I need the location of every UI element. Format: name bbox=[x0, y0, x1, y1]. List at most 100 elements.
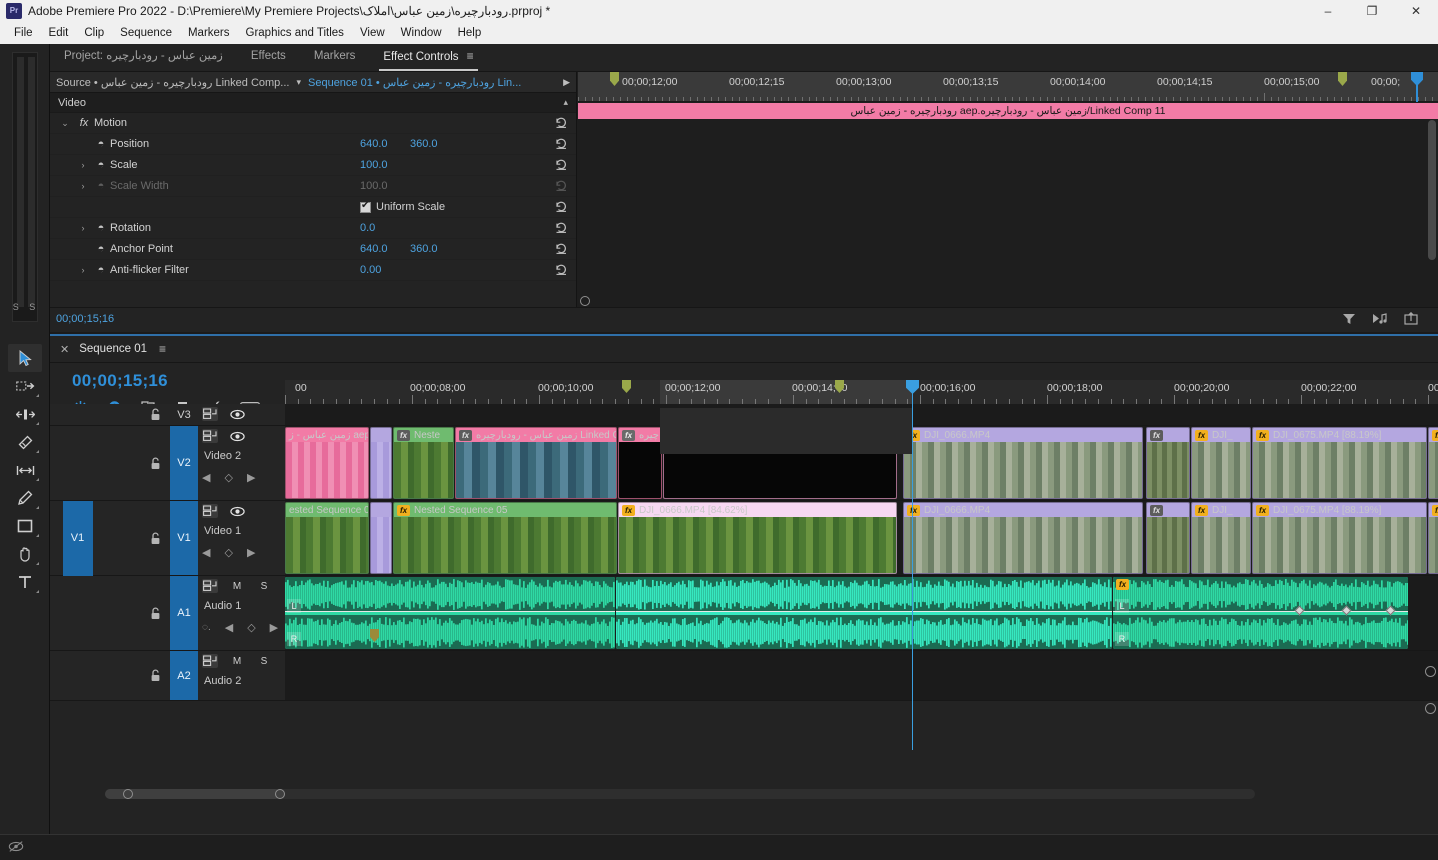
next-keyframe-icon[interactable]: ▶ bbox=[247, 471, 255, 484]
zoom-handle-left[interactable] bbox=[580, 296, 590, 306]
track-lane-v1[interactable]: ested Sequence 04 fx Nested Sequence 05 fx D… bbox=[285, 501, 1438, 576]
menu-sequence[interactable]: Sequence bbox=[112, 25, 180, 41]
effect-badge-icon[interactable]: fx bbox=[459, 429, 472, 441]
reset-property-icon[interactable] bbox=[555, 179, 568, 195]
next-keyframe-icon[interactable]: ▶ bbox=[247, 546, 255, 559]
ripple-edit-tool[interactable] bbox=[8, 400, 42, 428]
clip-volume-line[interactable] bbox=[285, 611, 615, 612]
menu-graphics-and-titles[interactable]: Graphics and Titles bbox=[238, 25, 352, 41]
menu-file[interactable]: File bbox=[6, 25, 41, 41]
panel-menu-icon[interactable]: ≡ bbox=[159, 342, 166, 356]
lock-track-icon[interactable] bbox=[150, 426, 161, 500]
stopwatch-icon[interactable]: ◓ bbox=[92, 243, 110, 255]
sequence-marker[interactable] bbox=[610, 72, 619, 86]
timeline-clip[interactable]: fx DJI_0666.MP4 bbox=[903, 427, 1143, 499]
timeline-clip[interactable]: fxDJI_0676 bbox=[1428, 427, 1438, 499]
video-section-header[interactable]: Video ▴ bbox=[50, 93, 576, 113]
effect-badge-icon[interactable]: fx bbox=[1195, 429, 1208, 441]
scrollbar-zoom-knob-right[interactable] bbox=[275, 789, 285, 799]
timeline-clip[interactable]: fx Nested Sequence 05 bbox=[393, 502, 617, 574]
close-icon[interactable]: ✕ bbox=[60, 343, 69, 356]
effect-badge-icon[interactable]: fx bbox=[1432, 429, 1438, 441]
property-value-x[interactable]: 0.0 bbox=[360, 222, 375, 234]
timeline-playhead-timecode[interactable]: 00;00;15;16 bbox=[72, 371, 168, 391]
disclosure-triangle-icon[interactable]: › bbox=[74, 181, 92, 191]
eye-icon[interactable] bbox=[229, 504, 245, 518]
eye-off-icon[interactable] bbox=[8, 840, 24, 856]
menu-window[interactable]: Window bbox=[393, 25, 450, 41]
audio-clip[interactable]: L Rfx bbox=[1113, 577, 1408, 649]
chevron-right-icon[interactable]: ▶ bbox=[563, 77, 570, 88]
source-patch-v1[interactable]: V1 bbox=[50, 500, 105, 576]
tab-project-[interactable]: Project: زمین عباس - رودبارچیره bbox=[50, 43, 237, 71]
audio-clip[interactable] bbox=[616, 577, 1112, 649]
track-target-a1[interactable]: A1 bbox=[170, 576, 198, 650]
reset-property-icon[interactable] bbox=[555, 200, 568, 216]
effect-motion-header[interactable]: ⌄ fx Motion bbox=[50, 113, 576, 134]
timeline-clip[interactable]: ested Sequence 04 bbox=[285, 502, 369, 574]
stopwatch-icon[interactable]: ◓ bbox=[92, 264, 110, 276]
reset-property-icon[interactable] bbox=[555, 263, 568, 279]
track-header-v1[interactable]: V1 V1 Video 1 ◀ ◇ ▶ bbox=[50, 500, 285, 576]
timeline-clip[interactable]: fx DJI_0666.MP4 bbox=[903, 502, 1143, 574]
previous-keyframe-icon[interactable]: ◀ bbox=[202, 471, 210, 484]
mute-track-button[interactable]: M bbox=[229, 654, 245, 668]
menu-view[interactable]: View bbox=[352, 25, 393, 41]
filter-icon[interactable] bbox=[1342, 312, 1356, 328]
solo-track-button[interactable]: S bbox=[256, 654, 272, 668]
rate-stretch-tool[interactable] bbox=[8, 428, 42, 456]
tab-markers[interactable]: Markers bbox=[300, 43, 370, 71]
menu-help[interactable]: Help bbox=[450, 25, 490, 41]
solo-track-button[interactable]: S bbox=[256, 579, 272, 593]
timeline-clip[interactable]: fx Neste bbox=[393, 427, 454, 499]
maximize-button[interactable]: ❐ bbox=[1350, 0, 1394, 22]
reset-property-icon[interactable] bbox=[555, 242, 568, 258]
close-button[interactable]: ✕ bbox=[1394, 0, 1438, 22]
disclosure-triangle-icon[interactable]: › bbox=[74, 160, 92, 170]
effect-controls-clip-bar[interactable]: رودبارچیره - زمین عباس aep.زمین عباس - ر… bbox=[578, 103, 1438, 119]
previous-keyframe-icon[interactable]: ◀ bbox=[202, 546, 210, 559]
stopwatch-icon[interactable]: ◓ bbox=[92, 159, 110, 171]
effect-badge-icon[interactable]: fx bbox=[667, 429, 680, 441]
chevron-down-icon[interactable]: ▾ bbox=[296, 77, 301, 88]
effect-controls-playhead[interactable] bbox=[1411, 72, 1423, 102]
effect-badge-icon[interactable]: fx bbox=[1150, 429, 1163, 441]
property-value-x[interactable]: 0.00 bbox=[360, 264, 381, 276]
slip-tool[interactable] bbox=[8, 456, 42, 484]
track-header-v3[interactable]: V3 bbox=[50, 404, 285, 426]
effect-badge-icon[interactable]: fx bbox=[1256, 504, 1269, 516]
selection-tool[interactable] bbox=[8, 344, 42, 372]
timeline-clip[interactable]: fx bbox=[1146, 427, 1190, 499]
type-tool[interactable] bbox=[8, 568, 42, 596]
effect-badge-icon[interactable]: fx bbox=[1195, 504, 1208, 516]
toggle-track-output-icon[interactable] bbox=[202, 407, 218, 421]
add-keyframe-icon[interactable]: ◇ bbox=[247, 621, 255, 634]
stopwatch-icon[interactable]: ◓ bbox=[92, 180, 110, 192]
timeline-clip[interactable]: fx زمین عباس - رودبارچیره Linked Comp 11/… bbox=[663, 427, 897, 499]
effect-badge-icon[interactable]: fx bbox=[397, 504, 410, 516]
property-row-rotation[interactable]: › ◓ Rotation 0.0 bbox=[50, 218, 576, 239]
rectangle-tool[interactable] bbox=[8, 512, 42, 540]
track-header-v2[interactable]: V2 Video 2 ◀ ◇ ▶ bbox=[50, 426, 285, 501]
effect-controls-source-row[interactable]: Source • رودبارچیره - زمین عباس Linked C… bbox=[50, 72, 576, 93]
stopwatch-icon[interactable]: ◓ bbox=[92, 138, 110, 150]
timeline-clip[interactable] bbox=[370, 502, 392, 574]
toggle-track-output-icon[interactable] bbox=[202, 504, 218, 518]
effect-controls-ruler[interactable]: 00;00;12;00 00;00;12;15 00;00;13;00 00;00;1… bbox=[578, 72, 1438, 102]
property-row-scale[interactable]: › ◓ Scale 100.0 bbox=[50, 155, 576, 176]
timeline-clip[interactable]: fx DJI_0666.MP4 [84.62%] bbox=[618, 502, 897, 574]
lock-track-icon[interactable] bbox=[150, 501, 161, 575]
uniform-scale-checkbox[interactable] bbox=[360, 200, 371, 213]
stopwatch-icon[interactable]: ◓ bbox=[92, 222, 110, 234]
effect-badge-icon[interactable]: fx bbox=[1116, 579, 1129, 590]
effect-controls-timecode[interactable]: 00;00;15;16 bbox=[56, 313, 114, 325]
play-audio-icon[interactable] bbox=[1372, 312, 1388, 328]
timeline-horizontal-scrollbar[interactable] bbox=[105, 789, 1255, 799]
audio-clip[interactable]: LR bbox=[285, 577, 615, 649]
menu-clip[interactable]: Clip bbox=[76, 25, 112, 41]
keyframe-type-icon[interactable]: ◌. bbox=[202, 622, 211, 633]
scrollbar-zoom-knob-left[interactable] bbox=[123, 789, 133, 799]
track-header-a2[interactable]: A2 M S Audio 2 bbox=[50, 651, 296, 701]
track-lane-a2[interactable] bbox=[285, 651, 1438, 701]
lock-track-icon[interactable] bbox=[150, 404, 161, 425]
